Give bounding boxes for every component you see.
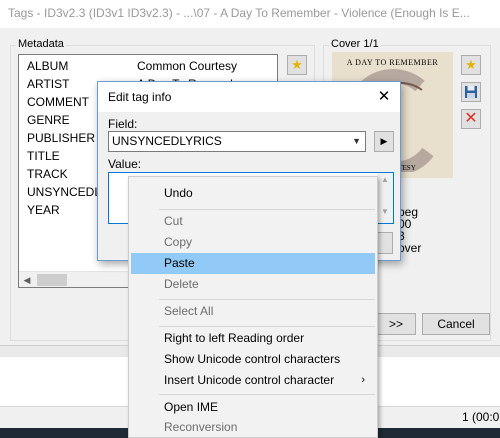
context-menu: Undo Cut Copy Paste Delete Select All Ri… <box>128 176 378 438</box>
field-name: PUBLISHER <box>27 131 96 145</box>
menu-item-undo[interactable]: Undo <box>131 183 375 204</box>
value-label: Value: <box>108 157 142 171</box>
next-button[interactable]: >> <box>376 313 416 335</box>
cover-group-label: Cover 1/1 <box>329 38 381 51</box>
delete-cover-button[interactable]: ✕ <box>461 109 481 129</box>
scroll-left-icon[interactable]: ◀ <box>19 272 35 288</box>
field-name: COMMENT <box>27 95 89 109</box>
list-item[interactable]: ALBUM <box>27 57 68 75</box>
field-name: ALBUM <box>27 59 69 73</box>
list-item[interactable]: ARTIST <box>27 75 69 93</box>
menu-separator <box>159 326 375 327</box>
play-arrow-button[interactable]: ▶ <box>374 131 394 152</box>
field-label: Field: <box>108 117 138 131</box>
cancel-button[interactable]: Cancel <box>422 313 490 335</box>
status-text: 1 (00:0 <box>462 410 500 424</box>
vertical-scrollbar[interactable]: ▲ ▼ <box>377 173 393 223</box>
menu-separator <box>159 299 375 300</box>
list-item[interactable]: YEAR <box>27 201 60 219</box>
list-item[interactable]: PUBLISHER <box>27 129 95 147</box>
delete-x-icon: ✕ <box>464 110 478 127</box>
field-name: YEAR <box>27 203 60 217</box>
menu-item-show-unicode-control[interactable]: Show Unicode control characters <box>131 349 375 370</box>
field-value: Common Courtesy <box>137 59 238 73</box>
cover-info-line: over <box>398 241 422 255</box>
field-select[interactable]: UNSYNCEDLYRICS ▼ <box>108 131 366 152</box>
menu-item-open-ime[interactable]: Open IME <box>131 397 375 418</box>
scroll-down-icon[interactable]: ▼ <box>377 207 393 216</box>
menu-item-cut[interactable]: Cut <box>131 211 375 232</box>
cover-info: peg 00 3 over <box>398 206 421 254</box>
menu-item-rtl-reading-order[interactable]: Right to left Reading order <box>131 328 375 349</box>
chevron-down-icon: ▼ <box>352 136 361 146</box>
star-icon: ★ <box>291 57 303 72</box>
field-name: TRACK <box>27 167 68 181</box>
menu-item-select-all[interactable]: Select All <box>131 301 375 322</box>
menu-item-copy[interactable]: Copy <box>131 232 375 253</box>
field-select-value: UNSYNCEDLYRICS <box>112 134 222 148</box>
window-title: Tags - ID3v2.3 (ID3v1 ID3v2.3) - ...\07 … <box>0 0 500 28</box>
save-cover-button[interactable] <box>461 82 481 102</box>
scrollbar-thumb[interactable] <box>37 274 67 286</box>
field-name: TITLE <box>27 149 60 163</box>
close-icon[interactable]: ✕ <box>374 87 394 107</box>
menu-separator <box>159 394 375 395</box>
list-item[interactable]: GENRE <box>27 111 70 129</box>
add-field-button[interactable]: ★ <box>287 55 307 75</box>
menu-item-paste[interactable]: Paste <box>131 253 375 274</box>
menu-item-delete[interactable]: Delete <box>131 274 375 295</box>
scroll-up-icon[interactable]: ▲ <box>377 175 393 184</box>
list-item[interactable]: COMMENT <box>27 93 89 111</box>
add-cover-button[interactable]: ★ <box>461 55 481 75</box>
list-item[interactable]: TRACK <box>27 165 68 183</box>
field-name: ARTIST <box>27 77 70 91</box>
list-item[interactable]: TITLE <box>27 147 60 165</box>
menu-item-insert-unicode-control[interactable]: Insert Unicode control character › <box>131 370 375 391</box>
chevron-right-icon: › <box>361 374 365 386</box>
dialog-title: Edit tag info <box>98 82 400 112</box>
menu-item-label: Insert Unicode control character <box>164 373 335 387</box>
menu-separator <box>159 209 375 210</box>
floppy-disk-icon <box>465 86 477 98</box>
menu-item-reconversion[interactable]: Reconversion <box>131 417 375 438</box>
star-icon: ★ <box>465 57 477 72</box>
cover-text-top: A DAY TO REMEMBER <box>346 58 439 67</box>
field-name: GENRE <box>27 113 70 127</box>
metadata-group-label: Metadata <box>16 38 66 51</box>
play-arrow-icon: ▶ <box>380 136 388 146</box>
